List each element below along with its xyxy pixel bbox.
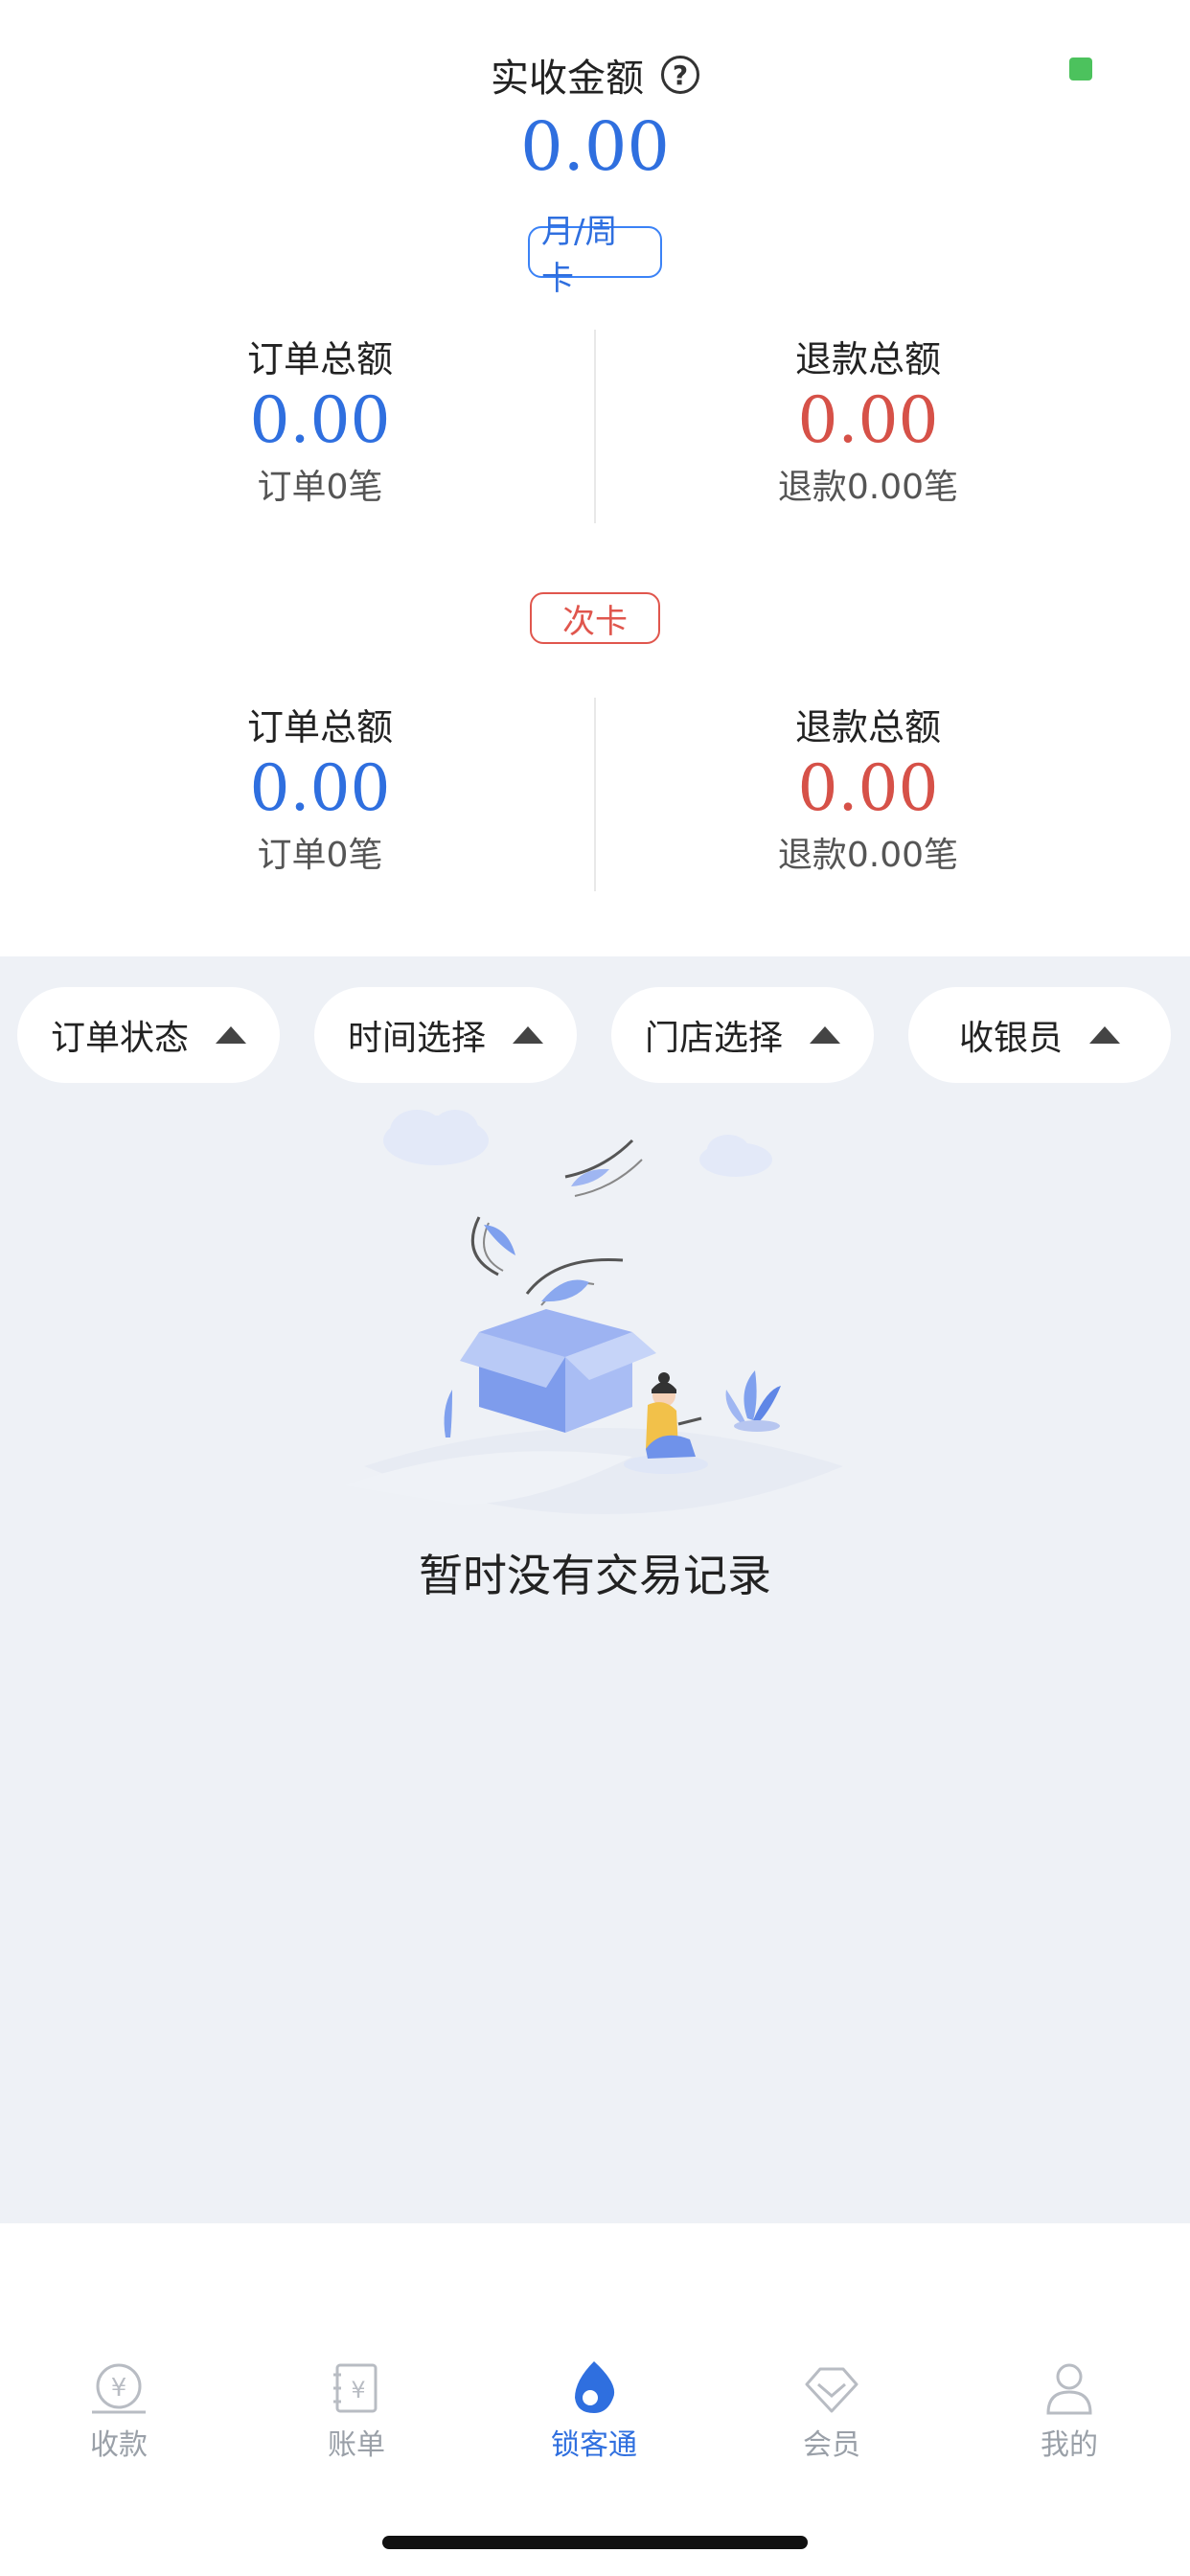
filter-order-status[interactable]: 订单状态 — [17, 987, 280, 1083]
filter-cashier[interactable]: 收银员 — [908, 987, 1171, 1083]
monthly-card-tag: 月/周卡 — [528, 213, 662, 298]
monthly-refund-stat: 退款总额 0.00 退款0.00笔 — [676, 330, 1060, 509]
status-indicator-icon — [1069, 58, 1092, 80]
refund-total-amount: 0.00 — [797, 383, 939, 457]
caret-up-icon — [513, 1026, 543, 1044]
nav-label: 锁客通 — [551, 2428, 637, 2462]
order-count: 订单0笔 — [257, 468, 383, 507]
times-card-tag: 次卡 — [530, 592, 660, 644]
empty-box-illustration — [345, 1110, 843, 1514]
yen-coin-icon: ¥ — [0, 2358, 238, 2415]
caret-up-icon — [1089, 1026, 1120, 1044]
home-indicator — [382, 2536, 808, 2549]
order-total-amount: 0.00 — [249, 383, 391, 457]
svg-text:¥: ¥ — [351, 2377, 365, 2404]
times-refund-stat: 退款总额 0.00 退款0.00笔 — [676, 698, 1060, 877]
filter-label: 订单状态 — [50, 1019, 189, 1058]
order-total-label: 订单总额 — [246, 338, 393, 380]
nav-item-bills[interactable]: ¥ 账单 — [238, 2358, 475, 2463]
stat-divider — [594, 330, 596, 523]
refund-total-label: 退款总额 — [794, 706, 941, 748]
caret-up-icon — [810, 1026, 840, 1044]
nav-label: 收款 — [90, 2428, 148, 2462]
help-icon[interactable]: ? — [661, 56, 699, 94]
filter-store[interactable]: 门店选择 — [611, 987, 874, 1083]
nav-item-collect[interactable]: ¥ 收款 — [0, 2358, 238, 2463]
refund-count: 退款0.00笔 — [777, 836, 959, 875]
filter-time[interactable]: 时间选择 — [314, 987, 577, 1083]
refund-total-amount: 0.00 — [797, 751, 939, 825]
filter-label: 收银员 — [958, 1019, 1063, 1058]
times-order-stat: 订单总额 0.00 订单0笔 — [128, 698, 512, 877]
bill-icon: ¥ — [238, 2358, 475, 2415]
received-amount: 0.00 — [520, 107, 670, 186]
order-total-label: 订单总额 — [246, 706, 393, 748]
nav-item-members[interactable]: 会员 — [713, 2358, 950, 2463]
refund-total-label: 退款总额 — [794, 338, 941, 380]
nav-label: 我的 — [1041, 2428, 1098, 2462]
nav-item-lock-customer[interactable]: 锁客通 — [475, 2358, 713, 2463]
empty-state-message: 暂时没有交易记录 — [419, 1550, 771, 1601]
nav-label: 会员 — [803, 2428, 860, 2462]
refund-count: 退款0.00笔 — [777, 468, 959, 507]
monthly-order-stat: 订单总额 0.00 订单0笔 — [128, 330, 512, 509]
drop-icon — [475, 2358, 713, 2415]
nav-label: 账单 — [328, 2428, 385, 2462]
diamond-icon — [713, 2358, 950, 2415]
user-icon — [950, 2358, 1188, 2415]
summary-title-row: 实收金额 ? — [0, 46, 1190, 104]
svg-text:¥: ¥ — [111, 2374, 127, 2403]
caret-up-icon — [216, 1026, 246, 1044]
nav-item-mine[interactable]: 我的 — [950, 2358, 1188, 2463]
filter-label: 门店选择 — [644, 1019, 783, 1058]
order-count: 订单0笔 — [257, 836, 383, 875]
filter-label: 时间选择 — [347, 1019, 486, 1058]
summary-title: 实收金额 — [491, 57, 644, 101]
stat-divider — [594, 698, 596, 891]
order-total-amount: 0.00 — [249, 751, 391, 825]
